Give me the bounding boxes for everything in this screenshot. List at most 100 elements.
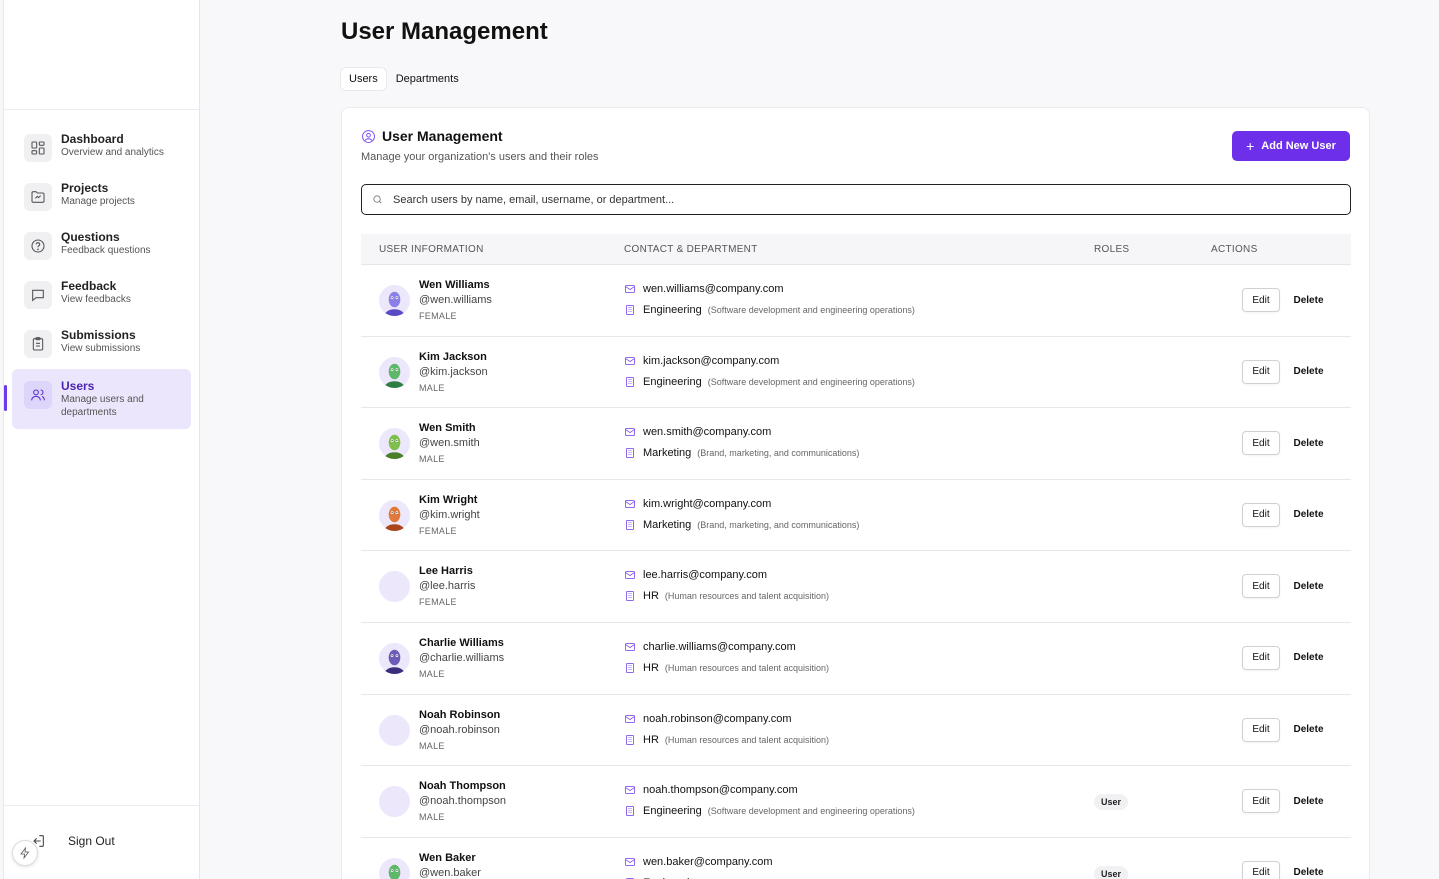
sidebar-item-subtitle: View submissions — [61, 343, 141, 354]
delete-button[interactable]: Delete — [1286, 503, 1331, 527]
email-text: noah.robinson@company.com — [643, 712, 792, 725]
user-handle: @kim.wright — [419, 508, 480, 521]
sidebar-item-title: Questions — [61, 230, 120, 244]
mail-icon — [625, 786, 635, 795]
card-subtitle: Manage your organization's users and the… — [361, 151, 599, 163]
user-email: kim.wright@company.com — [624, 498, 771, 510]
sidebar-item-questions[interactable]: Questions Feedback questions — [12, 220, 191, 269]
sidebar-footer: Sign Out — [4, 805, 199, 848]
column-header-roles: ROLES — [1094, 243, 1130, 255]
add-new-user-button[interactable]: + Add New User — [1232, 131, 1350, 161]
user-email: wen.smith@company.com — [624, 426, 771, 438]
user-handle: @wen.baker — [419, 866, 481, 879]
logo-area — [4, 0, 199, 110]
avatar — [379, 786, 410, 818]
user-name: Lee Harris — [419, 565, 473, 578]
building-icon — [626, 305, 634, 315]
table-row: Kim Jackson @kim.jackson MALE kim.jackson@c… — [361, 337, 1351, 409]
table-row: Noah Robinson @noah.robinson MALE noah.robi… — [361, 695, 1351, 767]
sidebar-item-subtitle: Feedback questions — [61, 245, 151, 256]
user-management-card: User Management Manage your organization… — [341, 107, 1370, 879]
sign-out-button[interactable]: Sign Out — [30, 833, 115, 849]
department-name: Engineering — [643, 375, 702, 388]
edit-button[interactable]: Edit — [1242, 717, 1280, 742]
sidebar-item-dashboard[interactable]: Dashboard Overview and analytics — [12, 122, 191, 171]
department-name: HR — [643, 590, 659, 603]
user-department: HR (Human resources and talent acquisitio… — [624, 734, 829, 746]
bolt-icon[interactable] — [12, 840, 38, 866]
tab-users[interactable]: Users — [341, 68, 386, 90]
sidebar-item-submissions[interactable]: Submissions View submissions — [12, 318, 191, 367]
role-badge: User — [1094, 794, 1129, 811]
mail-icon — [625, 499, 635, 508]
user-name: Noah Thompson — [419, 780, 506, 793]
department-name: Marketing — [643, 518, 692, 531]
user-email: charlie.williams@company.com — [624, 641, 796, 653]
user-circle-icon — [362, 129, 375, 143]
mail-icon — [625, 857, 635, 866]
edit-button[interactable]: Edit — [1242, 359, 1280, 384]
department-description: (Human resources and talent acquisition) — [664, 591, 829, 602]
edit-button[interactable]: Edit — [1242, 288, 1280, 312]
role-badge: User — [1094, 865, 1129, 879]
table-row: Wen Smith @wen.smith MALE wen.smith@company… — [361, 408, 1351, 480]
sidebar-item-title: Users — [61, 379, 95, 393]
delete-button[interactable]: Delete — [1286, 646, 1331, 670]
column-header-contact: CONTACT & DEPARTMENT — [624, 243, 758, 255]
dashboard-icon — [24, 134, 52, 162]
delete-button[interactable]: Delete — [1286, 288, 1331, 312]
user-handle: @noah.thompson — [419, 795, 507, 808]
edit-button[interactable]: Edit — [1242, 431, 1280, 456]
avatar — [379, 428, 410, 460]
table-body: Wen Williams @wen.williams FEMALE wen.willi… — [361, 265, 1351, 879]
edit-button[interactable]: Edit — [1242, 860, 1280, 879]
plus-icon: + — [1246, 138, 1255, 154]
delete-button[interactable]: Delete — [1286, 718, 1331, 742]
user-name: Wen Smith — [419, 422, 476, 435]
user-name: Wen Williams — [419, 279, 490, 291]
delete-button[interactable]: Delete — [1286, 360, 1331, 384]
user-gender: MALE — [419, 812, 445, 823]
sidebar-item-title: Feedback — [61, 279, 117, 293]
delete-button[interactable]: Delete — [1286, 861, 1331, 879]
department-description: (Software development and engineering op… — [707, 806, 915, 817]
edit-button[interactable]: Edit — [1242, 645, 1280, 670]
email-text: wen.smith@company.com — [643, 426, 772, 439]
avatar — [379, 285, 410, 316]
sidebar-item-title: Submissions — [61, 328, 136, 342]
user-email: noah.robinson@company.com — [624, 713, 792, 725]
email-text: kim.jackson@company.com — [643, 354, 780, 367]
delete-button[interactable]: Delete — [1286, 431, 1331, 455]
table-header: USER INFORMATION CONTACT & DEPARTMENT RO… — [361, 234, 1351, 265]
delete-button[interactable]: Delete — [1286, 574, 1331, 598]
user-department: Engineering (Software development and eng… — [624, 376, 915, 388]
table-row: Noah Thompson @noah.thompson MALE noah.thom… — [361, 766, 1351, 838]
search-box[interactable] — [361, 184, 1351, 215]
sidebar-item-subtitle: Manage projects — [61, 196, 135, 207]
edit-button[interactable]: Edit — [1242, 502, 1280, 527]
user-email: noah.thompson@company.com — [624, 784, 798, 796]
email-text: charlie.williams@company.com — [643, 640, 796, 653]
card-title-text: User Management — [382, 128, 503, 144]
edit-button[interactable]: Edit — [1242, 789, 1280, 814]
sidebar-item-projects[interactable]: Projects Manage projects — [12, 171, 191, 220]
sidebar-item-feedback[interactable]: Feedback View feedbacks — [12, 269, 191, 318]
building-icon — [626, 591, 634, 602]
user-name: Charlie Williams — [419, 636, 504, 649]
tab-departments[interactable]: Departments — [388, 68, 467, 90]
department-name: HR — [643, 733, 659, 746]
delete-button[interactable]: Delete — [1286, 789, 1331, 813]
mail-icon — [625, 643, 635, 651]
sidebar-item-title: Projects — [61, 181, 109, 195]
email-text: wen.williams@company.com — [643, 283, 784, 295]
sidebar-item-subtitle: Manage users and departments — [61, 394, 144, 418]
tabs: Users Departments — [341, 68, 469, 90]
sidebar-item-users[interactable]: Users Manage users and departments — [4, 369, 191, 429]
department-name: Marketing — [643, 447, 692, 460]
card-title: User Management — [361, 128, 1350, 144]
search-input[interactable] — [393, 193, 1293, 206]
building-icon — [626, 734, 634, 745]
sidebar: Dashboard Overview and analytics Projects… — [3, 0, 200, 879]
building-icon — [626, 448, 634, 459]
edit-button[interactable]: Edit — [1242, 574, 1280, 599]
